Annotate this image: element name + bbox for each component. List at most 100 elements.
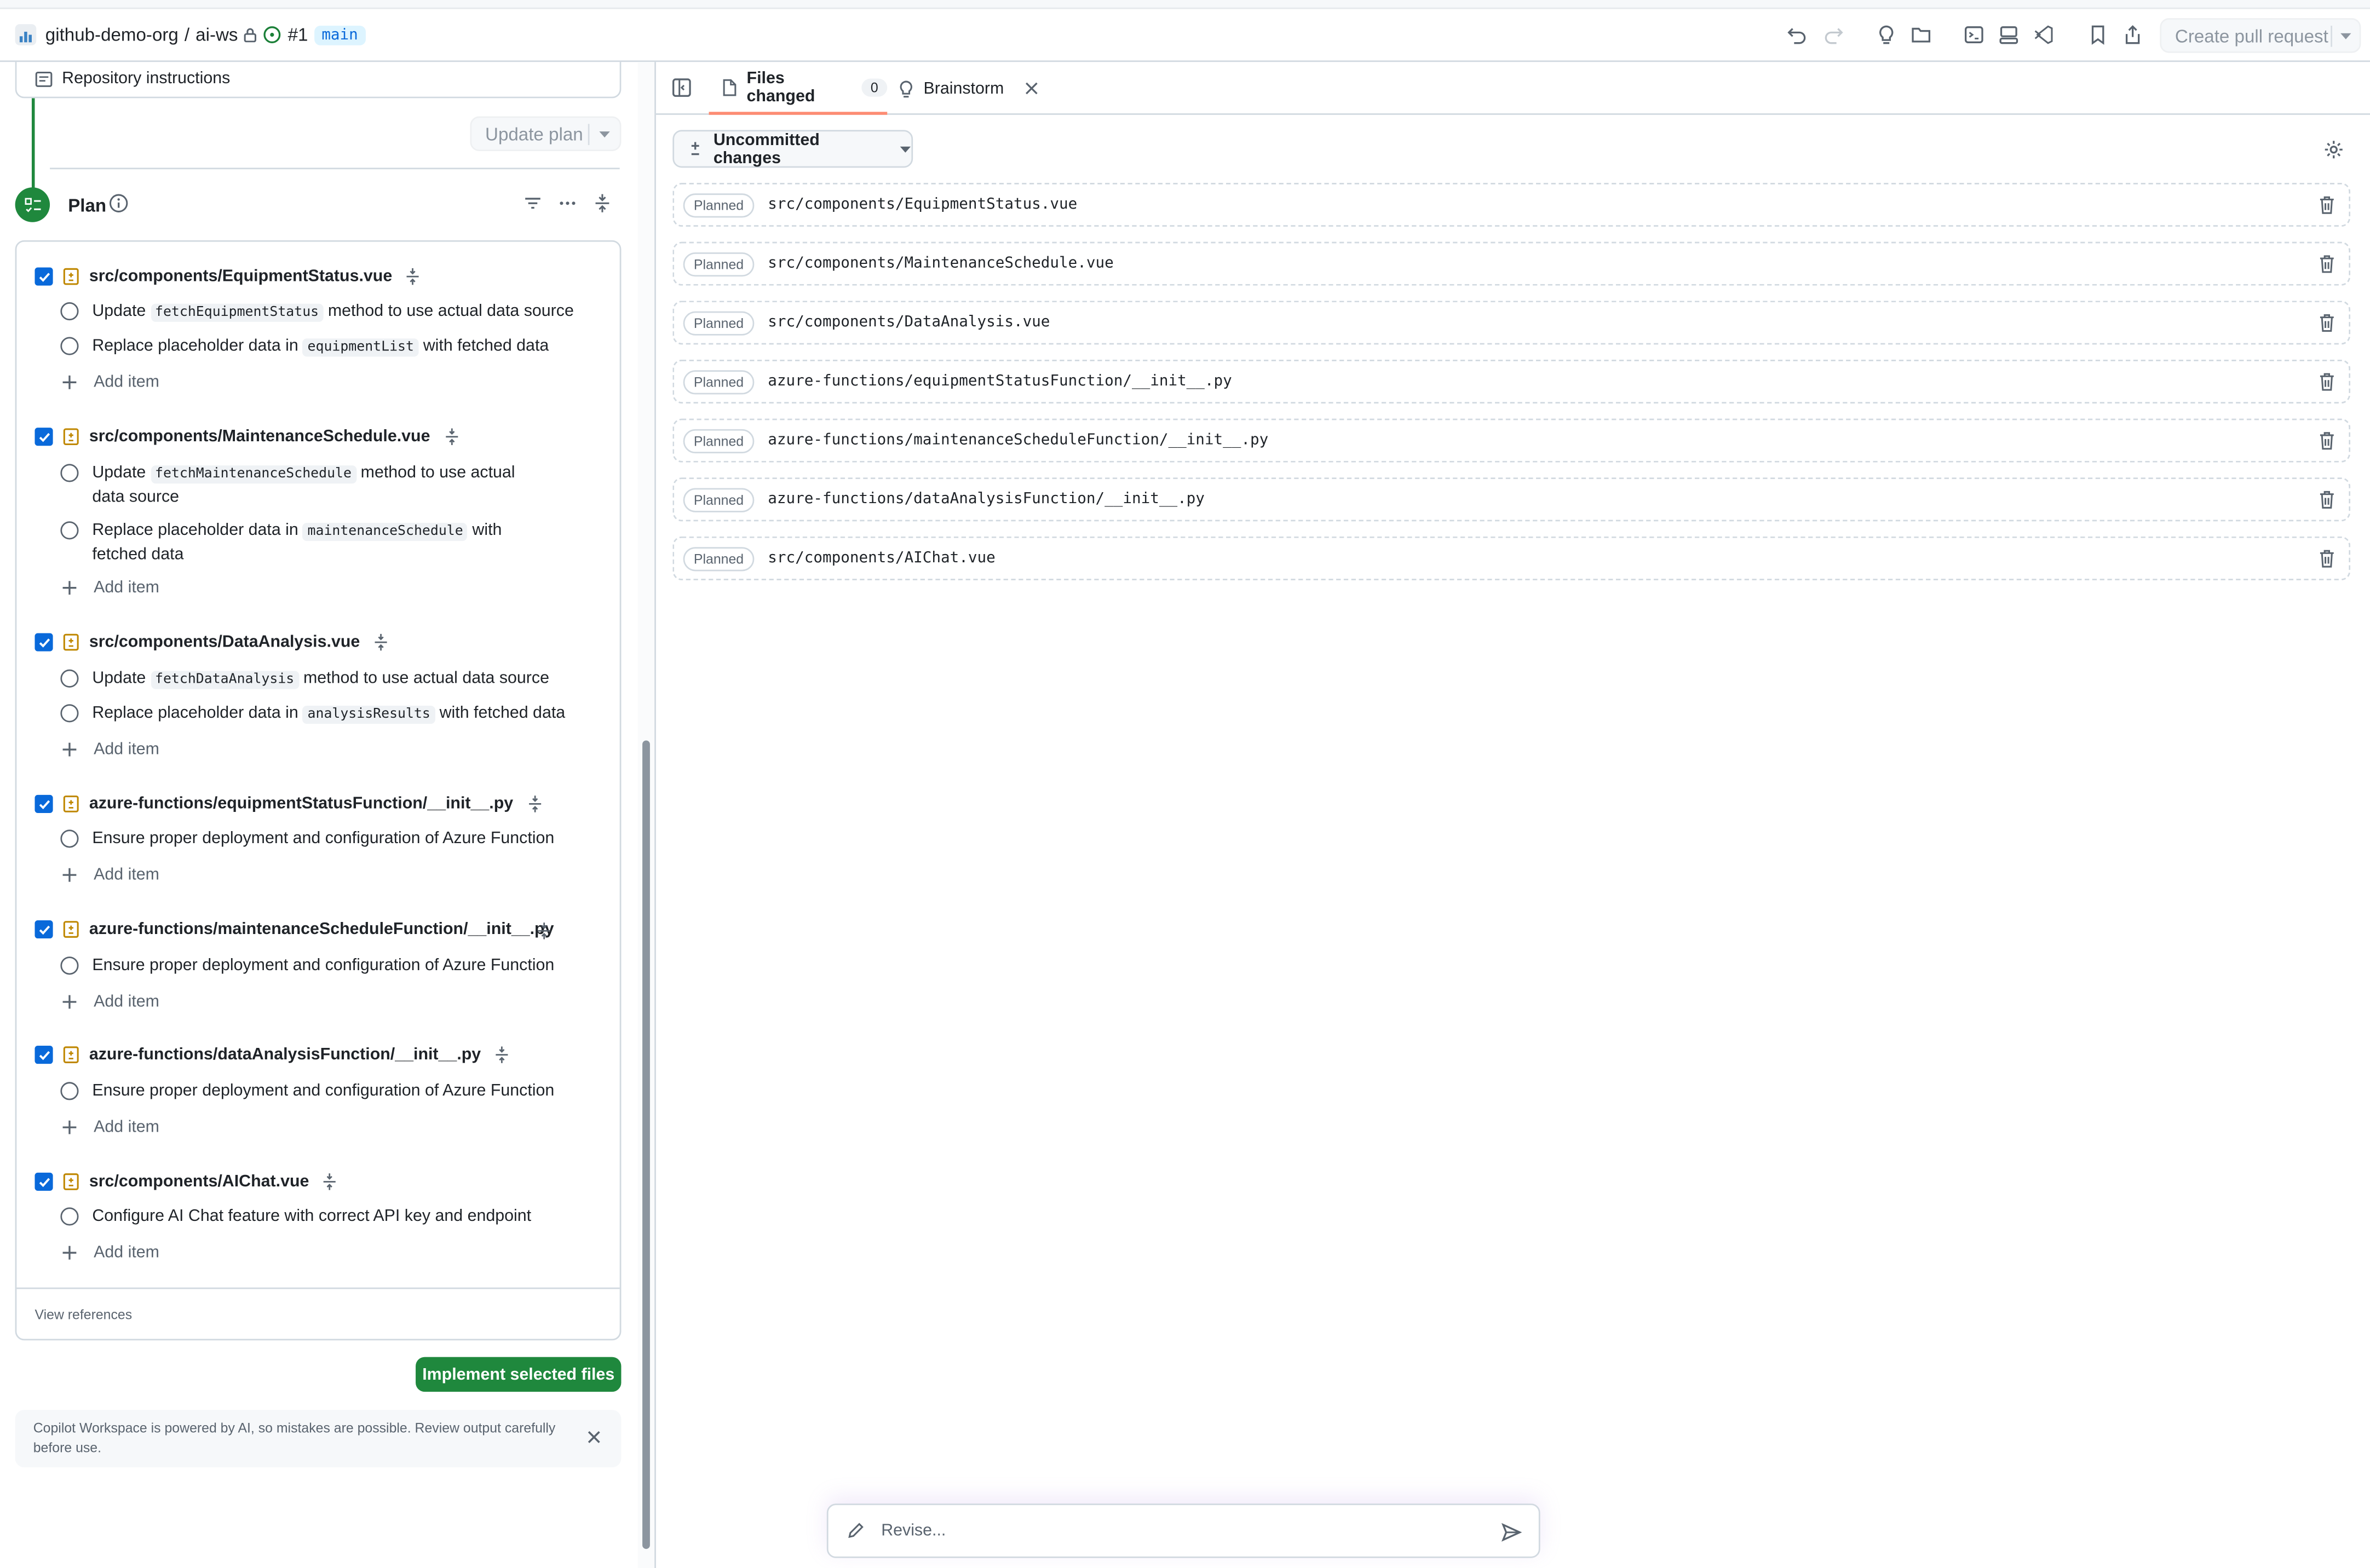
- status-badge: Planned: [683, 546, 755, 570]
- plan-file-path[interactable]: src/components/MaintenanceSchedule.vue: [89, 428, 430, 446]
- changed-file-row[interactable]: Planned src/components/DataAnalysis.vue: [672, 301, 2351, 345]
- changed-file-path[interactable]: azure-functions/dataAnalysisFunction/__i…: [768, 491, 1205, 508]
- files-count-badge: 0: [861, 78, 888, 96]
- repo-link[interactable]: ai-ws: [195, 24, 238, 45]
- changed-file-row[interactable]: Planned azure-functions/maintenanceSchedu…: [672, 418, 2351, 463]
- uncommitted-changes-dropdown[interactable]: Uncommitted changes: [672, 130, 913, 168]
- expand-icon[interactable]: [535, 922, 553, 940]
- expand-icon[interactable]: [321, 1173, 339, 1191]
- view-references-link[interactable]: View references: [34, 1307, 132, 1323]
- left-scrollbar[interactable]: [637, 62, 656, 1568]
- add-item-button[interactable]: Add item: [62, 866, 159, 884]
- file-checkbox[interactable]: [34, 633, 53, 652]
- file-checkbox[interactable]: [34, 1046, 53, 1064]
- changed-file-row[interactable]: Planned azure-functions/equipmentStatusFu…: [672, 359, 2351, 403]
- changed-file-row[interactable]: Planned src/components/MaintenanceSchedul…: [672, 241, 2351, 286]
- changed-file-path[interactable]: src/components/MaintenanceSchedule.vue: [768, 255, 1113, 272]
- task-radio[interactable]: [60, 704, 79, 723]
- add-item-button[interactable]: Add item: [62, 740, 159, 759]
- trash-icon[interactable]: [2319, 254, 2337, 274]
- org-avatar-icon[interactable]: [15, 24, 37, 45]
- trash-icon[interactable]: [2319, 372, 2337, 391]
- changed-file-row[interactable]: Planned azure-functions/dataAnalysisFunct…: [672, 477, 2351, 522]
- add-item-button[interactable]: Add item: [62, 1119, 159, 1137]
- task-radio[interactable]: [60, 956, 79, 975]
- close-icon[interactable]: [586, 1429, 605, 1448]
- file-icon: [721, 78, 738, 96]
- task-radio[interactable]: [60, 669, 79, 688]
- file-checkbox[interactable]: [34, 267, 53, 286]
- file-checkbox[interactable]: [34, 1172, 53, 1191]
- lightbulb-icon[interactable]: [1876, 24, 1900, 48]
- changed-file-path[interactable]: src/components/AIChat.vue: [768, 550, 995, 567]
- chevron-down-icon[interactable]: [599, 130, 611, 139]
- add-item-button[interactable]: Add item: [62, 1244, 159, 1262]
- chevron-down-icon[interactable]: [2340, 32, 2352, 41]
- gear-icon[interactable]: [2323, 139, 2344, 160]
- task-radio[interactable]: [60, 1082, 79, 1100]
- revise-input[interactable]: Revise...: [881, 1522, 946, 1540]
- expand-icon[interactable]: [442, 428, 461, 446]
- file-checkbox[interactable]: [34, 428, 53, 446]
- folder-icon[interactable]: [1911, 24, 1935, 48]
- undo-icon[interactable]: [1787, 24, 1811, 48]
- share-icon[interactable]: [2122, 24, 2146, 48]
- changed-file-row[interactable]: Planned src/components/AIChat.vue: [672, 536, 2351, 580]
- info-icon[interactable]: [109, 193, 130, 215]
- org-link[interactable]: github-demo-org: [45, 24, 179, 45]
- create-pull-request-button[interactable]: Create pull request: [2160, 18, 2361, 53]
- trash-icon[interactable]: [2319, 431, 2337, 451]
- changed-file-row[interactable]: Planned src/components/EquipmentStatus.vu…: [672, 182, 2351, 227]
- plan-file-path[interactable]: azure-functions/maintenanceScheduleFunct…: [89, 920, 554, 938]
- add-item-button[interactable]: Add item: [62, 579, 159, 597]
- expand-icon[interactable]: [404, 268, 422, 286]
- tab-files-changed[interactable]: Files changed 0: [709, 62, 888, 115]
- branch-badge[interactable]: main: [314, 25, 366, 45]
- changed-file-path[interactable]: src/components/DataAnalysis.vue: [768, 314, 1050, 331]
- filter-icon[interactable]: [523, 193, 544, 215]
- kebab-horizontal-icon[interactable]: [558, 193, 579, 215]
- redo-icon[interactable]: [1823, 24, 1847, 48]
- codespace-icon[interactable]: [1998, 24, 2022, 48]
- add-item-button[interactable]: Add item: [62, 373, 159, 391]
- task-radio[interactable]: [60, 302, 79, 321]
- changed-file-path[interactable]: src/components/EquipmentStatus.vue: [768, 197, 1077, 213]
- issue-number[interactable]: #1: [288, 24, 308, 45]
- add-item-button[interactable]: Add item: [62, 993, 159, 1011]
- task-radio[interactable]: [60, 337, 79, 355]
- file-checkbox[interactable]: [34, 920, 53, 939]
- revise-input-box[interactable]: Revise...: [826, 1503, 1540, 1558]
- task-radio[interactable]: [60, 829, 79, 848]
- terminal-icon[interactable]: [1963, 24, 1987, 48]
- vscode-icon[interactable]: [2033, 24, 2057, 48]
- plan-file-path[interactable]: azure-functions/equipmentStatusFunction/…: [89, 795, 513, 813]
- trash-icon[interactable]: [2319, 549, 2337, 568]
- implement-selected-files-button[interactable]: Implement selected files: [416, 1357, 622, 1392]
- expand-icon[interactable]: [493, 1046, 511, 1064]
- task-radio[interactable]: [60, 1207, 79, 1226]
- plan-file-path[interactable]: azure-functions/dataAnalysisFunction/__i…: [89, 1046, 481, 1064]
- plan-file-path[interactable]: src/components/DataAnalysis.vue: [89, 633, 360, 652]
- plan-file-path[interactable]: src/components/AIChat.vue: [89, 1173, 309, 1191]
- trash-icon[interactable]: [2319, 195, 2337, 215]
- file-checkbox[interactable]: [34, 794, 53, 813]
- trash-icon[interactable]: [2319, 489, 2337, 509]
- task-radio[interactable]: [60, 521, 79, 540]
- changed-file-path[interactable]: azure-functions/maintenanceScheduleFunct…: [768, 432, 1268, 448]
- task-radio[interactable]: [60, 464, 79, 482]
- tab-brainstorm[interactable]: Brainstorm: [898, 62, 1039, 115]
- repository-instructions[interactable]: Repository instructions: [15, 62, 622, 99]
- expand-icon[interactable]: [525, 795, 543, 813]
- trash-icon[interactable]: [2319, 313, 2337, 332]
- changed-file-path[interactable]: azure-functions/equipmentStatusFunction/…: [768, 373, 1232, 390]
- update-plan-button[interactable]: Update plan: [470, 116, 622, 152]
- collapse-icon[interactable]: [592, 193, 614, 215]
- close-icon[interactable]: [1025, 82, 1039, 95]
- expand-icon[interactable]: [372, 633, 390, 652]
- plan-file-path[interactable]: src/components/EquipmentStatus.vue: [89, 268, 392, 286]
- send-icon[interactable]: [1501, 1522, 1522, 1543]
- scrollbar-thumb[interactable]: [642, 740, 650, 1549]
- sidebar-toggle-icon[interactable]: [671, 77, 693, 99]
- document-icon: [34, 70, 53, 87]
- bookmark-icon[interactable]: [2087, 24, 2112, 48]
